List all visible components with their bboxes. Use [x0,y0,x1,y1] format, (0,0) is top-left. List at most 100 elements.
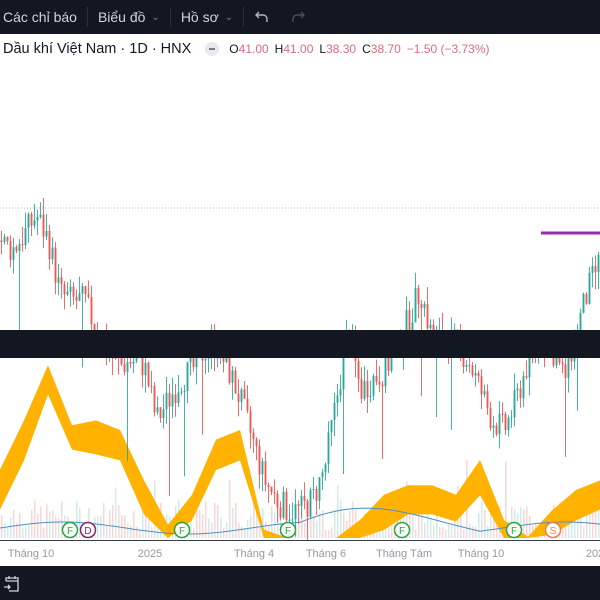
candle-body [420,304,423,308]
redo-button[interactable] [280,0,316,34]
candle-body [378,381,381,385]
candle-body [72,286,75,297]
candle-body [474,373,477,376]
volume-bar [424,523,426,538]
volume-bar [412,515,414,538]
go-to-date-calendar-icon[interactable] [3,575,21,593]
volume-bar [484,510,486,538]
volume-bar [442,527,444,538]
candle-body [150,385,153,387]
volume-bar [25,526,27,538]
volume-bar [10,517,12,538]
candle-body [246,398,249,411]
candle-body [495,425,498,435]
indicators-button[interactable]: Các chỉ báo [0,0,87,34]
candle-body [309,489,312,517]
undo-icon [255,11,268,22]
candle-body [372,376,375,396]
candle-body [429,324,432,329]
chart-menu-label: Biểu đồ [97,9,146,25]
candle-body [315,489,318,501]
marker-label: F [179,526,185,537]
volume-bar [487,526,489,538]
candle-body [9,240,12,260]
volume-bar [475,527,477,538]
volume-bar [478,513,480,538]
candle-body [69,286,72,292]
marker-label: D [84,526,91,537]
candle-body [492,425,495,428]
candle-body [66,291,69,295]
symbol-title[interactable]: Dầu khí Việt Nam · 1D · HNX [3,41,191,57]
candle-body [504,414,507,430]
volume-bar [430,517,432,538]
candle-body [417,288,420,305]
candle-body [519,388,522,399]
candle-body [282,491,285,518]
volume-bar [7,527,9,538]
time-tick: Tháng 10 [457,548,505,560]
volume-bar [244,529,246,538]
candle-body [582,293,585,313]
volume-bar [304,522,306,538]
candle-body [267,484,270,487]
volume-bar [583,527,585,538]
candle-body [81,286,84,294]
candle-body [336,395,339,403]
volume-bar [439,527,441,538]
profile-menu-button[interactable]: Hồ sơ ⌄ [171,0,243,34]
volume-bar [130,525,132,538]
event-marker-f[interactable]: F [279,521,297,539]
candle-body [177,392,180,403]
candle-body [510,417,513,419]
candle-body [237,393,240,402]
event-marker-f[interactable]: F [393,521,411,539]
candle-body [480,376,483,395]
candle-body [288,519,291,521]
open-value: 41.00 [238,42,269,56]
volume-bar [445,529,447,538]
candle-body [327,432,330,465]
candle-body [471,365,474,376]
volume-bar [46,503,48,538]
candle-body [192,357,195,368]
volume-bar [136,526,138,538]
collapse-legend-icon[interactable] [205,42,220,56]
volume-bar [124,515,126,538]
volume-bar [103,503,105,538]
candle-body [477,373,480,377]
candle-body [468,364,471,366]
candle-body [120,358,123,365]
event-marker-f[interactable]: F [173,521,191,539]
price-chart[interactable]: FDFFFFS [0,34,600,540]
volume-bar [331,527,333,538]
event-marker-f[interactable]: F [61,521,79,539]
candle-body [279,507,282,518]
candle-body [303,496,306,501]
chart-menu-button[interactable]: Biểu đồ ⌄ [88,0,170,34]
change-value: −1.50 (−3.73%) [406,42,490,56]
undo-button[interactable] [244,0,280,34]
volume-bar [58,517,60,538]
candle-body [375,376,378,382]
candle-body [48,230,51,260]
volume-bar [121,515,123,538]
redo-icon [292,11,306,22]
event-marker-d[interactable]: D [79,521,97,539]
candle-body [90,296,93,325]
candle-body [171,394,174,407]
volume-bar [37,513,39,538]
volume-bar [4,522,6,538]
candle-body [258,446,261,475]
candle-body [426,303,429,329]
volume-bar [472,526,474,538]
candle-body [498,413,501,435]
candle-body [39,214,42,218]
time-axis[interactable]: Tháng 10 2025 Tháng 4 Tháng 6 Tháng Tám … [0,540,600,567]
candle-body [594,265,597,273]
candle-body [483,391,486,395]
event-marker-f[interactable]: F [505,521,523,539]
volume-bar [13,510,15,538]
event-marker-s[interactable]: S [544,521,562,539]
candle-body [357,360,360,379]
